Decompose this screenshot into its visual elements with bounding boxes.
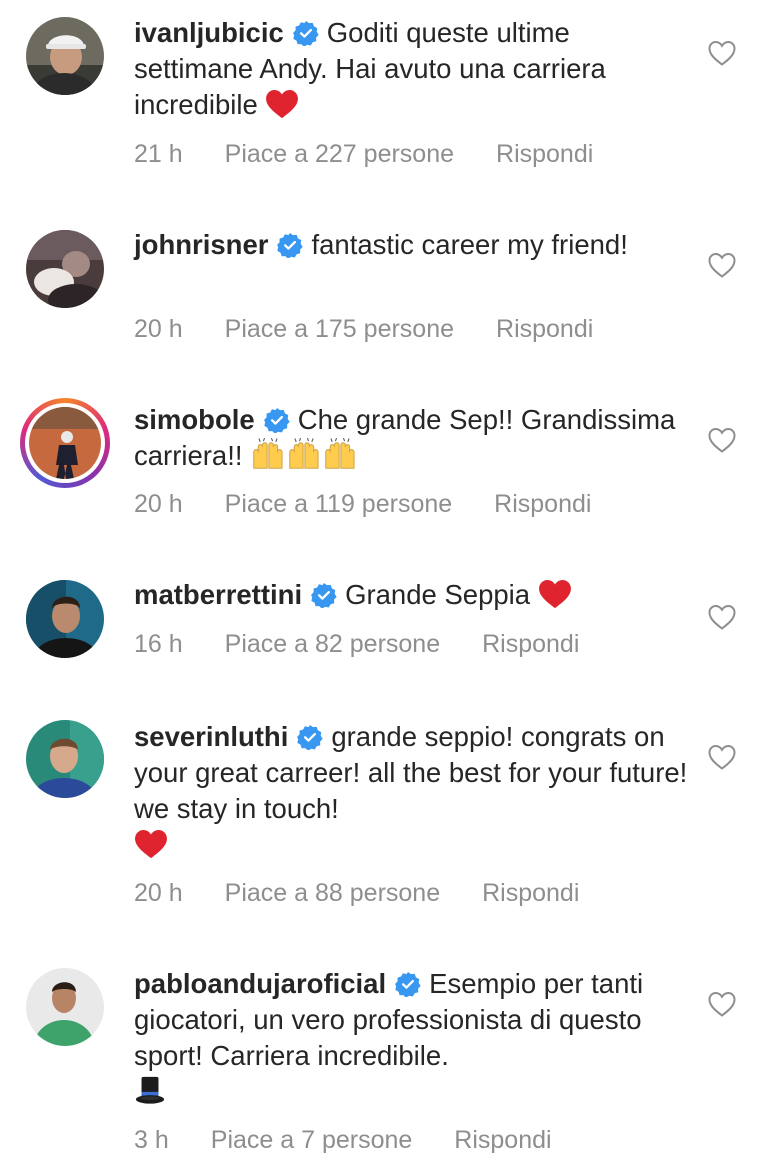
comment-body: Grande Seppia	[345, 579, 531, 610]
comment-username[interactable]: simobole	[134, 404, 255, 435]
comment-time: 20 h	[134, 315, 183, 343]
like-heart-icon[interactable]	[707, 743, 737, 771]
reply-button[interactable]: Rispondi	[482, 630, 579, 658]
like-heart-icon[interactable]	[707, 990, 737, 1018]
comment-meta: 3 h Piace a 7 persone Rispondi	[134, 1126, 594, 1155]
top-hat-icon	[134, 1074, 166, 1106]
reply-button[interactable]: Rispondi	[494, 490, 591, 518]
comment-username[interactable]: ivanljubicic	[134, 17, 284, 48]
comment-meta: 20 h Piace a 88 persone Rispondi	[134, 879, 621, 908]
comment-body: fantastic career my friend!	[311, 229, 628, 260]
like-heart-icon[interactable]	[707, 251, 737, 279]
avatar[interactable]	[26, 968, 104, 1046]
comment-username[interactable]: johnrisner	[134, 229, 268, 260]
reply-button[interactable]: Rispondi	[482, 879, 579, 907]
comment-text: severinluthi grande seppio! congrats on y…	[134, 719, 694, 863]
red-heart-icon	[265, 89, 299, 119]
reply-button[interactable]: Rispondi	[496, 315, 593, 343]
avatar[interactable]	[26, 17, 104, 95]
verified-badge-icon	[297, 724, 323, 750]
comment-meta: 20 h Piace a 119 persone Rispondi	[134, 490, 633, 519]
comment-likes[interactable]: Piace a 227 persone	[225, 140, 454, 168]
story-ring	[25, 403, 105, 483]
comment-username[interactable]: severinluthi	[134, 721, 288, 752]
comment-text: simobole Che grande Sep!! Grandissima car…	[134, 402, 694, 474]
like-heart-icon[interactable]	[707, 426, 737, 454]
comment-meta: 16 h Piace a 82 persone Rispondi	[134, 630, 621, 659]
comment-likes[interactable]: Piace a 7 persone	[211, 1126, 413, 1154]
verified-badge-icon	[293, 20, 319, 46]
comment-username[interactable]: pabloandujaroficial	[134, 968, 386, 999]
comment-time: 20 h	[134, 879, 183, 907]
verified-badge-icon	[311, 582, 337, 608]
comment-likes[interactable]: Piace a 175 persone	[225, 315, 454, 343]
comment-likes[interactable]: Piace a 88 persone	[225, 879, 440, 907]
raising-hands-icon	[322, 438, 358, 470]
comment-meta: 20 h Piace a 175 persone Rispondi	[134, 315, 635, 344]
like-heart-icon[interactable]	[707, 603, 737, 631]
comment-likes[interactable]: Piace a 82 persone	[225, 630, 440, 658]
avatar[interactable]	[26, 580, 104, 658]
red-heart-icon	[538, 579, 572, 609]
comment-time: 20 h	[134, 490, 183, 518]
comment-text: johnrisner fantastic career my friend!	[134, 227, 694, 263]
avatar[interactable]	[26, 720, 104, 798]
comment-text: pabloandujaroficial Esempio per tanti gio…	[134, 966, 694, 1110]
comment-time: 16 h	[134, 630, 183, 658]
raising-hands-icon	[250, 438, 286, 470]
like-heart-icon[interactable]	[707, 39, 737, 67]
raising-hands-icon	[286, 438, 322, 470]
verified-badge-icon	[264, 407, 290, 433]
verified-badge-icon	[395, 971, 421, 997]
comment-text: ivanljubicic Goditi queste ultime settima…	[134, 15, 694, 123]
comment-username[interactable]: matberrettini	[134, 579, 302, 610]
comment-text: matberrettini Grande Seppia	[134, 577, 694, 613]
reply-button[interactable]: Rispondi	[496, 140, 593, 168]
avatar[interactable]	[26, 230, 104, 308]
comment-time: 3 h	[134, 1126, 169, 1154]
red-heart-icon	[134, 829, 168, 859]
comment-likes[interactable]: Piace a 119 persone	[225, 490, 452, 518]
comment-meta: 21 h Piace a 227 persone Rispondi	[134, 140, 635, 169]
avatar[interactable]	[20, 398, 110, 488]
verified-badge-icon	[277, 232, 303, 258]
reply-button[interactable]: Rispondi	[454, 1126, 551, 1154]
comment-time: 21 h	[134, 140, 183, 168]
